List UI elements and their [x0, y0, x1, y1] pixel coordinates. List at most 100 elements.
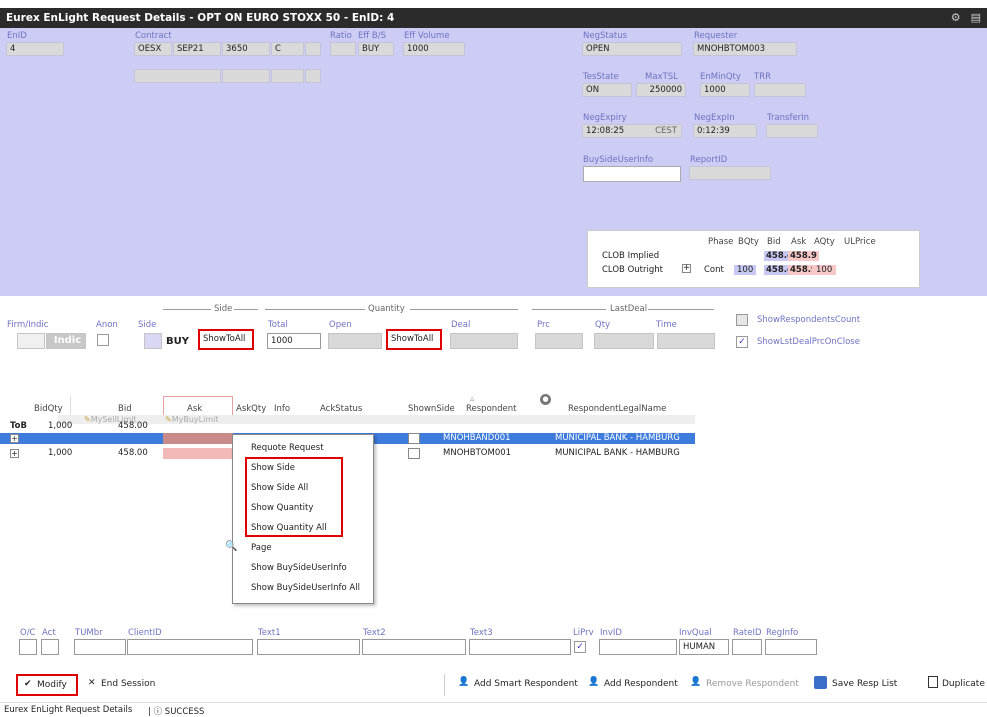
col-info[interactable]: Info	[274, 404, 290, 414]
order-controls: Side Quantity LastDeal Firm/Indic Indic …	[0, 296, 987, 386]
rateid-input[interactable]	[732, 639, 762, 655]
add-smart-respondent-button[interactable]: Add Smart Respondent	[474, 679, 578, 689]
prc-label: Prc	[537, 320, 550, 330]
side-show-to-all-button[interactable]: ShowToAll	[198, 329, 254, 350]
gear-icon[interactable]: ⚙	[951, 11, 961, 24]
title-icons: ⚙ ▤	[941, 8, 981, 28]
row-expand-icon[interactable]: +	[10, 449, 19, 458]
enid-label: EnID	[7, 31, 27, 41]
prc-field	[535, 333, 583, 349]
col-ackstatus[interactable]: AckStatus	[320, 404, 362, 414]
show-respondents-count-label: ShowRespondentsCount	[757, 315, 861, 325]
text1-label: Text1	[258, 628, 281, 638]
menu-requote-request[interactable]: Requote Request	[251, 443, 324, 453]
quantity-group-line-left	[265, 309, 365, 310]
col-bid[interactable]: Bid	[118, 404, 132, 414]
col-shownside[interactable]: ShownSide	[408, 404, 455, 414]
side-color-box	[144, 333, 162, 349]
text2-label: Text2	[363, 628, 386, 638]
clob-implied-label: CLOB Implied	[602, 251, 660, 261]
save-resp-list-button[interactable]: Save Resp List	[832, 679, 897, 689]
col-respondent[interactable]: Respondent	[466, 404, 517, 414]
respondent-2: MNOHBTOM001	[443, 448, 512, 458]
add-smart-respondent-icon: 👤	[458, 677, 470, 687]
side-value: BUY	[166, 336, 189, 347]
show-lst-deal-checkbox[interactable]: ✓	[736, 336, 748, 348]
firm-toggle[interactable]	[17, 333, 45, 349]
quantity-show-to-all-button[interactable]: ShowToAll	[386, 329, 442, 350]
negexpin-label: NegExpIn	[694, 113, 735, 123]
close-icon[interactable]: ✕	[88, 678, 96, 688]
reportid-field	[689, 166, 771, 180]
total-label: Total	[268, 320, 288, 330]
text2-input[interactable]	[362, 639, 466, 655]
clob-header-bid: Bid	[767, 237, 781, 247]
show-respondents-count-checkbox[interactable]	[736, 314, 748, 326]
clob-header-bqty: BQty	[738, 237, 759, 247]
tob-bidqty: 1,000	[48, 421, 73, 431]
act-input[interactable]	[41, 639, 59, 655]
respondent-1: MNOHBAND001	[443, 433, 511, 443]
col-ask[interactable]: Ask	[187, 404, 202, 414]
menu-show-side-all[interactable]: Show Side All	[251, 483, 308, 493]
table-row[interactable]: + 1,000 458.00 MNOHBTOM001 MUNICIPAL BAN…	[0, 448, 987, 459]
menu-show-buyside-userinfo[interactable]: Show BuySideUserInfo	[251, 563, 347, 573]
row-expand-icon[interactable]: +	[10, 434, 19, 443]
modify-button[interactable]: ✔ Modify	[16, 674, 78, 696]
menu-page[interactable]: Page	[251, 543, 272, 553]
clientid-label: ClientID	[128, 628, 162, 638]
col-askqty[interactable]: AskQty	[236, 404, 266, 414]
col-bidqty[interactable]: BidQty	[34, 404, 63, 414]
col-sep	[70, 396, 71, 416]
contract-label: Contract	[135, 31, 172, 41]
text3-input[interactable]	[469, 639, 571, 655]
trr-field	[754, 83, 806, 97]
menu-show-side[interactable]: Show Side	[251, 463, 295, 473]
anon-checkbox[interactable]	[97, 334, 109, 346]
bid-2: 458.00	[118, 448, 148, 458]
negstatus-field: OPEN	[582, 42, 682, 56]
time-label: Time	[656, 320, 677, 330]
tesstate-field: ON	[582, 83, 632, 97]
duplicate-button[interactable]: Duplicate	[942, 679, 985, 689]
page-icon: 🔍	[225, 541, 238, 552]
lastdeal-group-label: LastDeal	[610, 304, 648, 314]
layout-icon[interactable]: ▤	[971, 11, 981, 24]
indic-toggle[interactable]: Indic	[46, 333, 86, 349]
maxtsl-label: MaxTSL	[645, 72, 678, 82]
clob-header-ulprice: ULPrice	[844, 237, 876, 247]
lastdeal-group-line-right	[648, 309, 714, 310]
add-respondent-button[interactable]: Add Respondent	[604, 679, 678, 689]
col-respondent-legal-name[interactable]: RespondentLegalName	[568, 404, 666, 414]
oc-label: O/C	[20, 628, 36, 638]
menu-show-buyside-userinfo-all[interactable]: Show BuySideUserInfo All	[251, 583, 360, 593]
tumbr-label: TUMbr	[75, 628, 103, 638]
duplicate-icon	[928, 676, 938, 688]
sort-up-icon: ▵	[470, 394, 475, 404]
shownside-checkbox[interactable]	[408, 433, 420, 444]
oc-input[interactable]	[19, 639, 37, 655]
total-input[interactable]: 1000	[267, 333, 321, 349]
tob-label: ToB	[10, 421, 27, 431]
ask-cell-2	[163, 448, 233, 459]
invid-label: InvID	[600, 628, 622, 638]
liprv-checkbox[interactable]: ✓	[574, 641, 586, 653]
tumbr-input[interactable]	[74, 639, 126, 655]
invqual-input[interactable]: HUMAN	[679, 639, 729, 655]
end-session-button[interactable]: End Session	[101, 679, 155, 689]
act-label: Act	[42, 628, 56, 638]
add-respondent-icon: 👤	[588, 677, 600, 687]
reginfo-input[interactable]	[765, 639, 817, 655]
shownside-checkbox[interactable]	[408, 448, 420, 459]
invid-input[interactable]	[599, 639, 677, 655]
menu-show-quantity-all[interactable]: Show Quantity All	[251, 523, 327, 533]
menu-show-quantity[interactable]: Show Quantity	[251, 503, 313, 513]
text1-input[interactable]	[257, 639, 360, 655]
effvol-field: 1000	[403, 42, 465, 56]
buysideuserinfo-input[interactable]	[583, 166, 681, 182]
expand-icon[interactable]: +	[682, 264, 691, 273]
negstatus-label: NegStatus	[583, 31, 628, 41]
clientid-input[interactable]	[127, 639, 253, 655]
tesstate-label: TesState	[583, 72, 619, 82]
bidqty-2: 1,000	[48, 448, 73, 458]
